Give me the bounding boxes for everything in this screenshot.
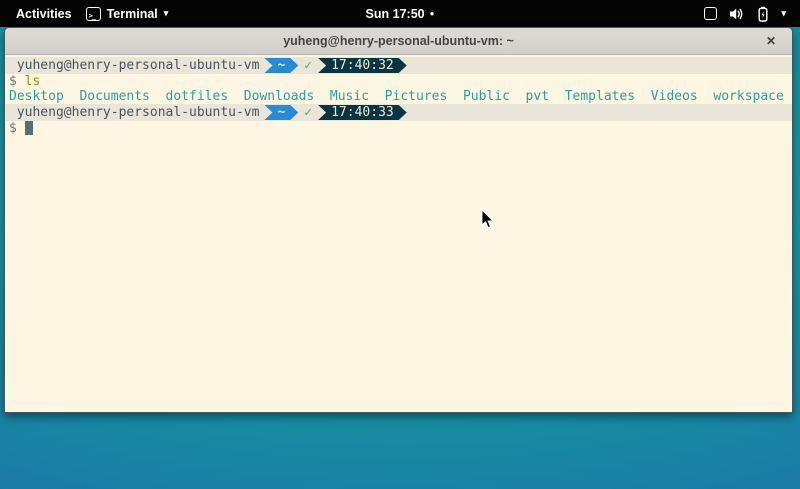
check-icon: ✓ xyxy=(304,105,313,120)
app-menu-label: Terminal xyxy=(107,7,158,21)
prompt-symbol: $ xyxy=(9,74,17,89)
gnome-top-bar: Activities >_ Terminal ▾ Sun 17:50 ● xyxy=(0,0,800,27)
clock-button[interactable]: Sun 17:50 xyxy=(366,7,425,21)
desktop: Activities >_ Terminal ▾ Sun 17:50 ● xyxy=(0,0,800,489)
prompt-user-host: yuheng@henry-personal-ubuntu-vm xyxy=(9,58,259,73)
terminal-content[interactable]: yuheng@henry-personal-ubuntu-vm ~ ✓ 17:4… xyxy=(5,55,792,412)
chevron-down-icon: ▾ xyxy=(164,8,169,19)
system-status-area[interactable]: ▾ xyxy=(704,6,800,22)
notification-dot-icon: ● xyxy=(430,9,435,18)
activities-button[interactable]: Activities xyxy=(12,5,76,23)
app-menu-terminal[interactable]: >_ Terminal ▾ xyxy=(86,7,169,21)
current-input-line: $ xyxy=(5,121,792,136)
terminal-icon: >_ xyxy=(86,7,101,21)
terminal-cursor xyxy=(25,121,33,135)
prompt-user-host: yuheng@henry-personal-ubuntu-vm xyxy=(9,105,259,120)
prompt-cwd-badge: ~ xyxy=(264,58,298,73)
check-icon: ✓ xyxy=(304,58,313,73)
typed-command: ls xyxy=(25,74,41,89)
prompt-cwd-badge: ~ xyxy=(264,105,298,120)
prompt-symbol: $ xyxy=(9,121,17,136)
terminal-window: yuheng@henry-personal-ubuntu-vm: ~ ✕ yuh… xyxy=(4,27,793,413)
volume-icon xyxy=(729,7,745,21)
window-title: yuheng@henry-personal-ubuntu-vm: ~ xyxy=(283,34,514,48)
window-titlebar[interactable]: yuheng@henry-personal-ubuntu-vm: ~ ✕ xyxy=(5,28,792,55)
prompt-time-badge: 17:40:32 xyxy=(318,58,407,73)
ls-output-line: Desktop Documents dotfiles Downloads Mus… xyxy=(5,89,792,104)
display-icon xyxy=(704,7,717,20)
command-line: $ ls xyxy=(5,74,792,89)
prompt-time-badge: 17:40:33 xyxy=(318,105,407,120)
prompt-line: yuheng@henry-personal-ubuntu-vm ~ ✓ 17:4… xyxy=(5,104,792,121)
close-icon[interactable]: ✕ xyxy=(763,33,779,49)
prompt-line: yuheng@henry-personal-ubuntu-vm ~ ✓ 17:4… xyxy=(5,57,792,74)
battery-charging-icon xyxy=(757,6,769,22)
system-menu-caret-icon: ▾ xyxy=(781,8,786,19)
